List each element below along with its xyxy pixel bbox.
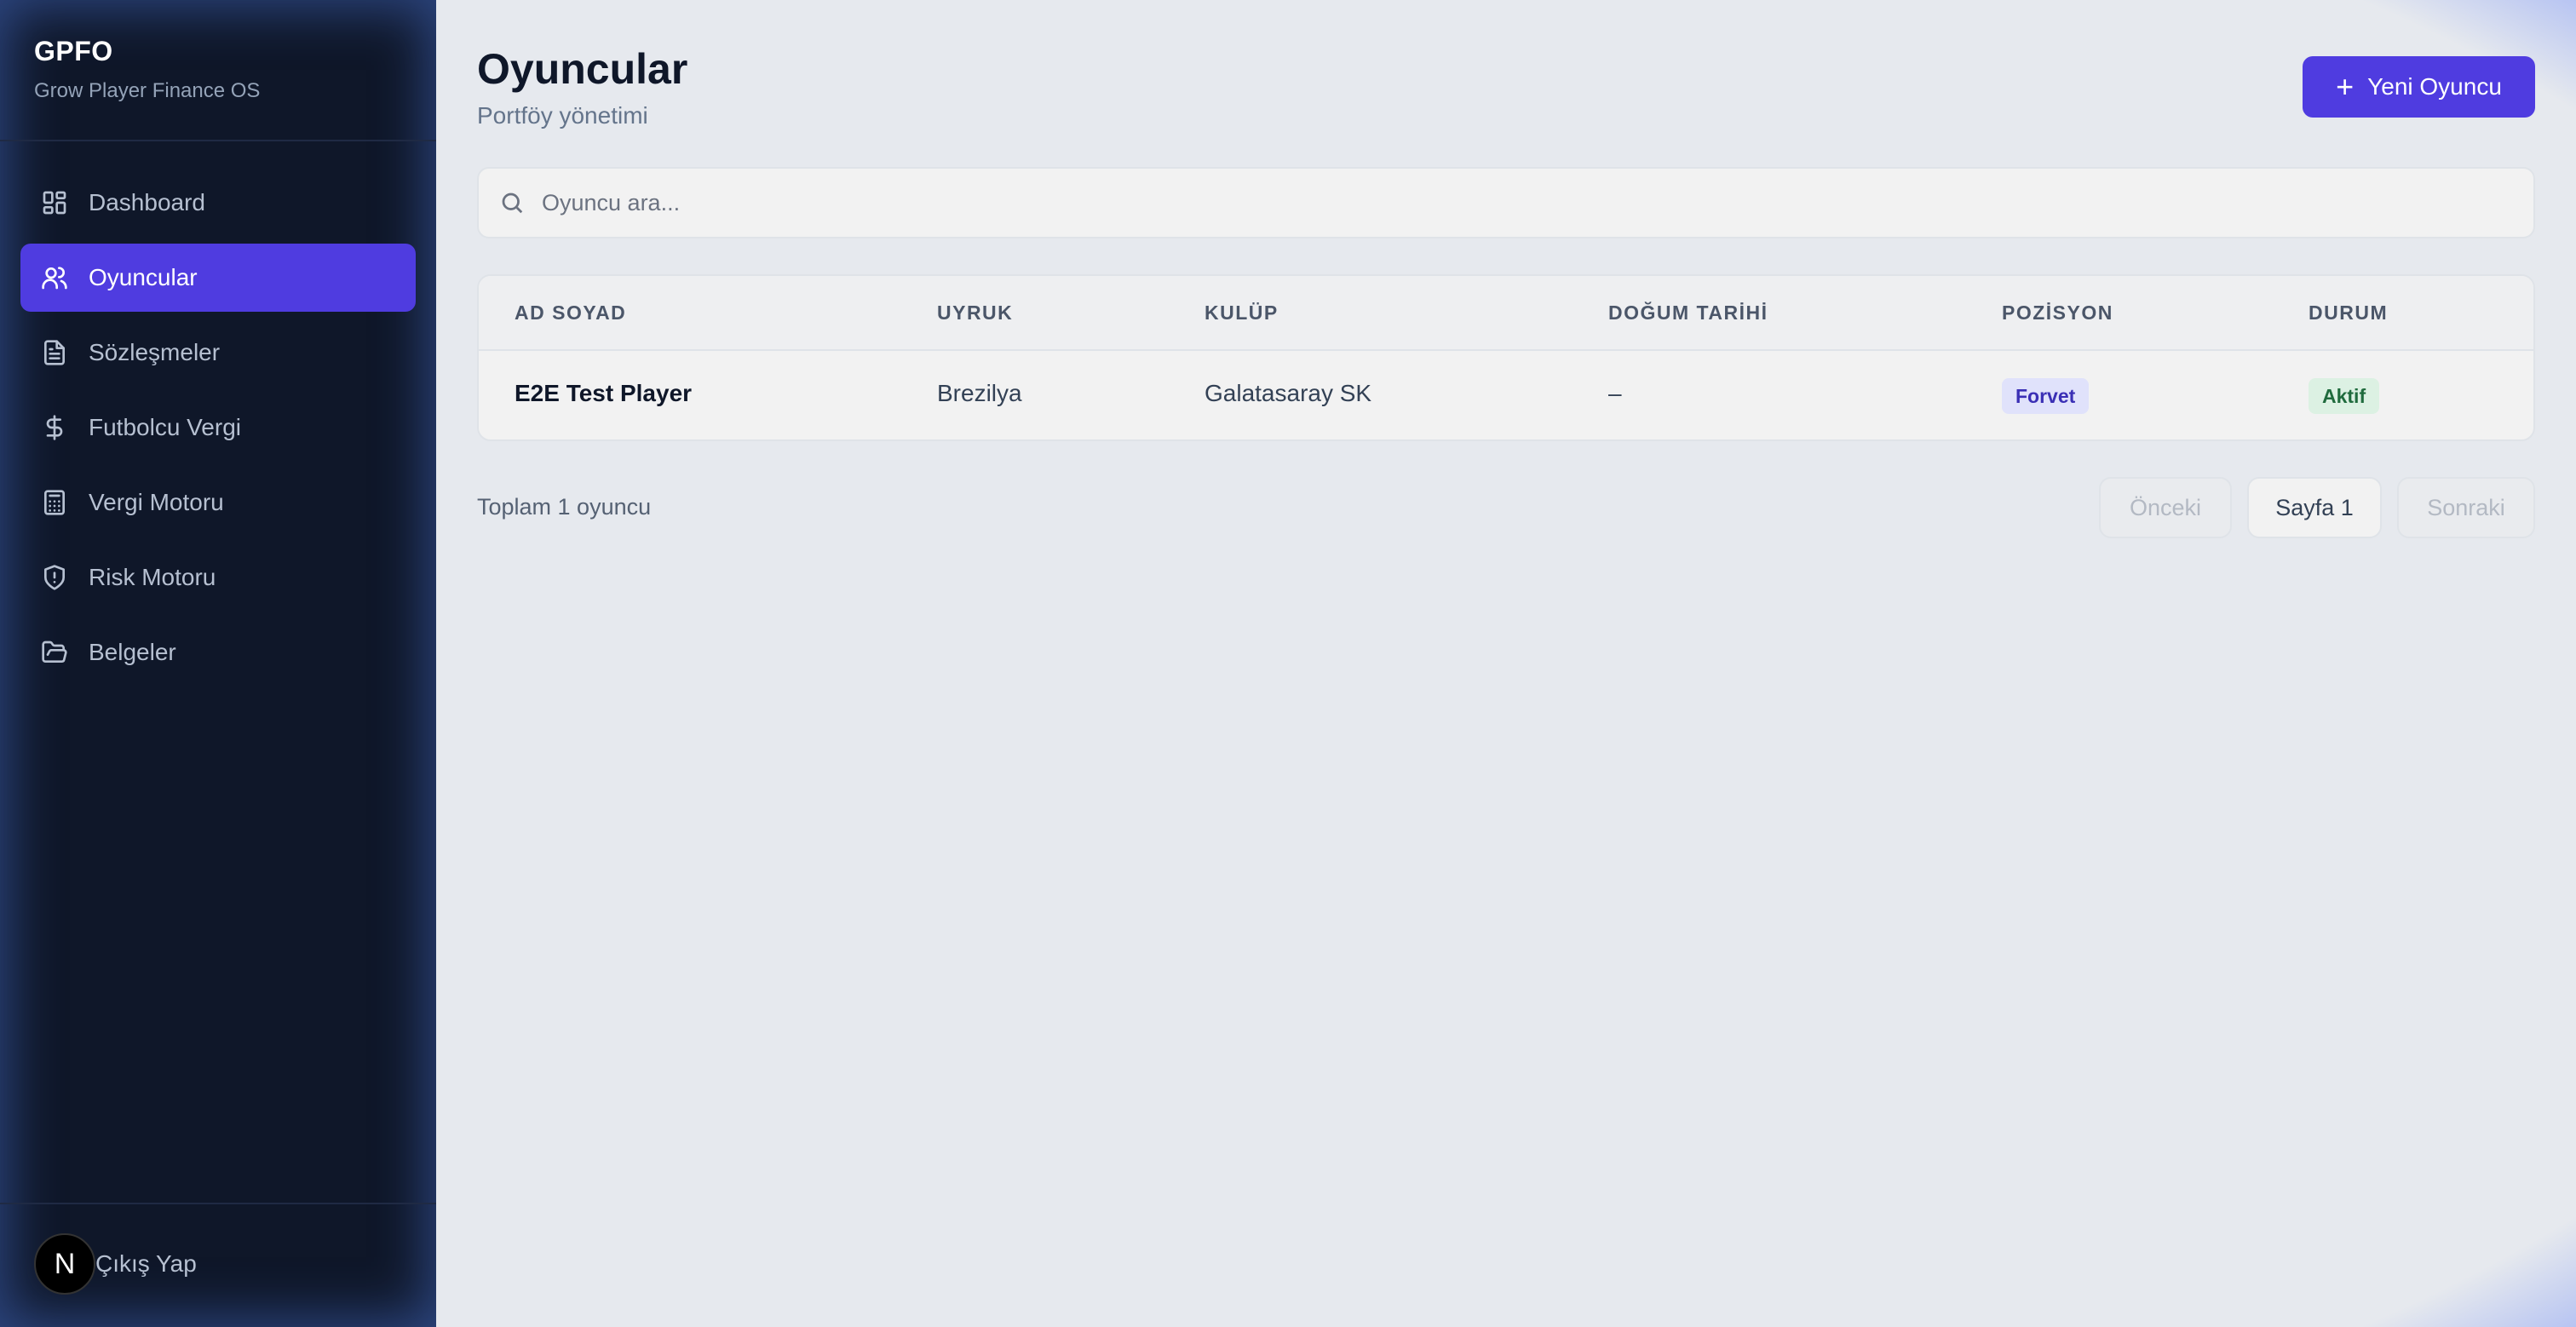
column-header-club[interactable]: KULÜP xyxy=(1205,302,1279,325)
column-header-status[interactable]: DURUM xyxy=(2309,302,2388,325)
sidebar-divider-top xyxy=(0,140,436,141)
previous-page-button[interactable]: Önceki xyxy=(2099,477,2232,538)
sidebar-item-label: Dashboard xyxy=(89,189,205,215)
column-header-name[interactable]: AD SOYAD xyxy=(515,302,626,325)
column-header-nationality[interactable]: UYRUK xyxy=(937,302,1013,325)
logout-label: Çıkış Yap xyxy=(95,1250,197,1277)
sidebar-item-sozlesmeler[interactable]: Sözleşmeler xyxy=(20,319,416,387)
cell-nationality: Brezilya xyxy=(937,380,1022,406)
sidebar-item-oyuncular[interactable]: Oyuncular xyxy=(20,244,416,312)
logout-button[interactable]: N Çıkış Yap xyxy=(34,1233,197,1295)
total-count: Toplam 1 oyuncu xyxy=(477,494,652,520)
status-badge: Aktif xyxy=(2309,378,2380,414)
users-icon xyxy=(41,264,68,291)
players-table: AD SOYAD UYRUK KULÜP DOĞUM TARİHİ POZİSY… xyxy=(477,274,2535,441)
cell-name[interactable]: E2E Test Player xyxy=(515,380,692,407)
sidebar-nav: Dashboard Oyuncular Sözleşmeler Futbolcu… xyxy=(20,169,416,693)
shield-icon xyxy=(41,564,68,591)
plus-icon: + xyxy=(2336,69,2355,104)
cell-club: Galatasaray SK xyxy=(1205,380,1372,406)
sidebar-item-vergi-motoru[interactable]: Vergi Motoru xyxy=(20,468,416,537)
page-title: Oyuncular xyxy=(477,45,688,93)
cell-birth-date: – xyxy=(1608,380,1622,406)
sidebar-item-label: Futbolcu Vergi xyxy=(89,414,241,440)
search-icon xyxy=(502,192,523,214)
sidebar-item-label: Belgeler xyxy=(89,639,176,665)
current-page-indicator[interactable]: Sayfa 1 xyxy=(2247,477,2382,538)
new-player-button-label: Yeni Oyuncu xyxy=(2367,73,2502,100)
sidebar-item-dashboard[interactable]: Dashboard xyxy=(20,169,416,237)
search-input[interactable]: Oyuncu ara... xyxy=(477,167,2535,238)
sidebar-item-label: Sözleşmeler xyxy=(89,339,221,365)
column-header-birth-date[interactable]: DOĞUM TARİHİ xyxy=(1608,302,1768,325)
brand: GPFO Grow Player Finance OS xyxy=(34,36,260,103)
sidebar-item-risk-motoru[interactable]: Risk Motoru xyxy=(20,543,416,612)
new-player-button[interactable]: + Yeni Oyuncu xyxy=(2303,56,2535,118)
dashboard-icon xyxy=(41,189,68,216)
next-page-button[interactable]: Sonraki xyxy=(2397,477,2535,538)
table-row[interactable]: E2E Test Player Brezilya Galatasaray SK … xyxy=(479,351,2533,439)
sidebar-item-belgeler[interactable]: Belgeler xyxy=(20,618,416,686)
sidebar-item-futbolcu-vergi[interactable]: Futbolcu Vergi xyxy=(20,394,416,462)
search-placeholder: Oyuncu ara... xyxy=(542,189,681,215)
sidebar-item-label: Oyuncular xyxy=(89,264,198,290)
sidebar-divider-bottom xyxy=(0,1203,436,1204)
sidebar: GPFO Grow Player Finance OS Dashboard Oy… xyxy=(0,0,436,1327)
sidebar-item-label: Risk Motoru xyxy=(89,564,216,590)
sidebar-item-label: Vergi Motoru xyxy=(89,489,224,515)
brand-title: GPFO xyxy=(34,36,113,66)
table-header: AD SOYAD UYRUK KULÜP DOĞUM TARİHİ POZİSY… xyxy=(479,276,2533,351)
folder-open-icon xyxy=(41,639,68,666)
column-header-position[interactable]: POZİSYON xyxy=(2002,302,2113,325)
avatar[interactable]: N xyxy=(34,1233,95,1295)
page-subtitle: Portföy yönetimi xyxy=(477,102,648,129)
brand-subtitle: Grow Player Finance OS xyxy=(34,79,261,102)
position-badge: Forvet xyxy=(2002,378,2090,414)
document-icon xyxy=(41,339,68,366)
dollar-icon xyxy=(41,414,68,441)
calculator-icon xyxy=(41,489,68,516)
